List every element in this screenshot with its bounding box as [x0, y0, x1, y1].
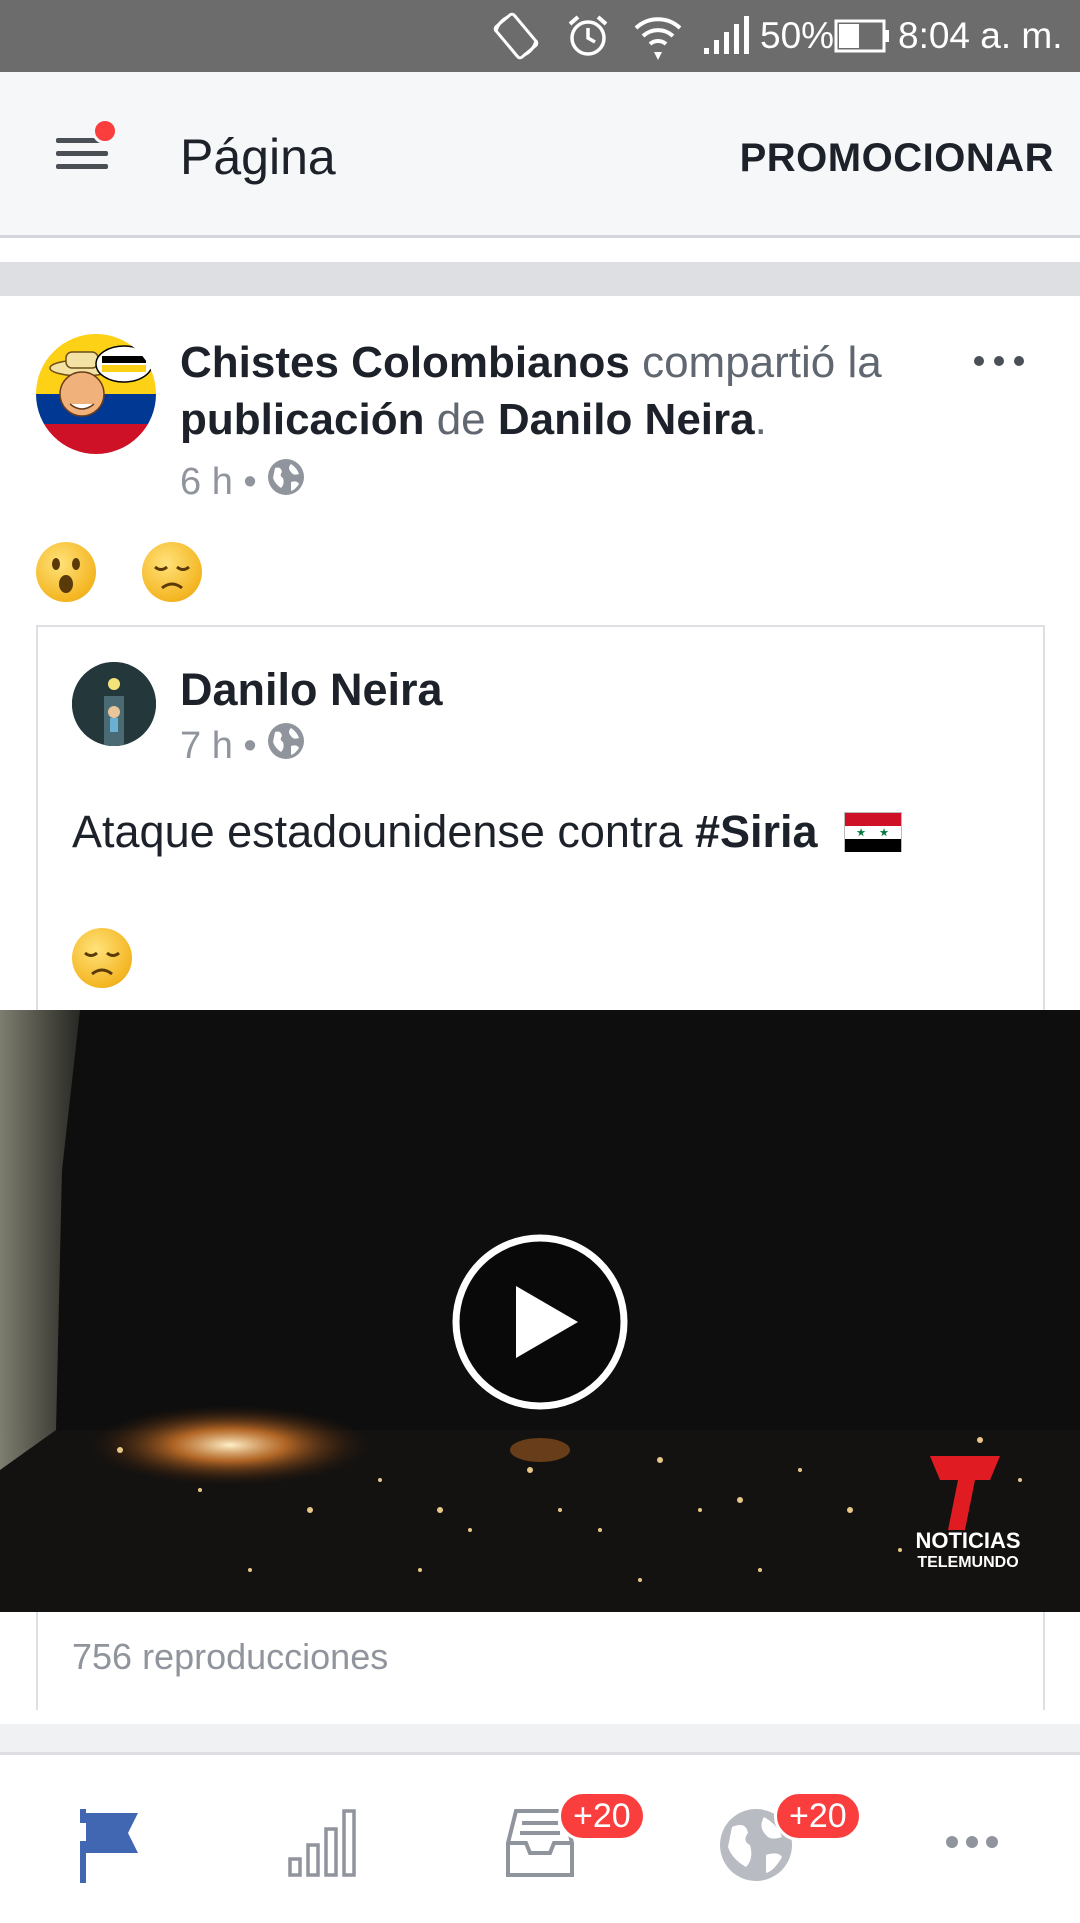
more-options-icon-dot: [1014, 356, 1024, 366]
nav-tab-notifications[interactable]: +20: [648, 1755, 864, 1923]
bottom-navigation: +20 +20: [0, 1752, 1080, 1920]
page-title: Página: [180, 129, 336, 185]
sad-emoji-icon: [72, 928, 132, 988]
meta-separator: •: [232, 724, 268, 767]
nav-tab-page[interactable]: [0, 1755, 216, 1923]
feed-gap: [0, 1724, 1080, 1752]
play-button[interactable]: [450, 1232, 630, 1412]
meta-separator: •: [232, 460, 268, 503]
nav-tab-inbox[interactable]: +20: [432, 1755, 648, 1923]
syria-flag-icon: [843, 812, 902, 852]
shared-post-meta: 7 h •: [180, 722, 305, 770]
play-icon: [452, 1234, 628, 1410]
wifi-icon: [632, 0, 684, 72]
menu-button[interactable]: [52, 118, 118, 180]
notifications-badge: +20: [774, 1791, 862, 1841]
sad-emoji-icon: [142, 542, 202, 602]
menu-icon-bar: [56, 151, 108, 156]
post-time[interactable]: 6 h: [180, 461, 233, 504]
author-link[interactable]: Danilo Neira: [498, 395, 755, 444]
author-avatar[interactable]: [72, 662, 156, 746]
action-text: compartió la: [629, 338, 882, 387]
bar-chart-icon: [288, 1809, 356, 1877]
post-meta: 6 h •: [180, 458, 305, 506]
nav-tab-stats[interactable]: [216, 1755, 432, 1923]
notification-dot: [92, 118, 118, 144]
battery-percent: 50%: [760, 15, 835, 56]
globe-privacy-icon: [267, 458, 305, 506]
feed-separator: [0, 262, 1080, 296]
shared-author-name[interactable]: Danilo Neira: [180, 664, 443, 716]
more-options-icon: [974, 356, 984, 366]
alarm-icon: [564, 0, 612, 72]
post-header-text: Chistes Colombianos compartió la publica…: [180, 334, 940, 448]
wow-emoji-icon: [36, 542, 96, 602]
shared-post-text: Ataque estadounidense contra #Siria: [72, 806, 902, 858]
promote-button[interactable]: PROMOCIONAR: [740, 136, 1054, 181]
status-bar: 50% 8:04 a. m.: [0, 0, 1080, 72]
more-icon: [946, 1836, 998, 1848]
flag-icon: [80, 1809, 138, 1883]
views-count: 756 reproducciones: [72, 1636, 389, 1677]
publication-link[interactable]: publicación: [180, 395, 424, 444]
hashtag-link[interactable]: #Siria: [695, 806, 818, 858]
connector-text: de: [424, 395, 498, 444]
shared-post-time[interactable]: 7 h: [180, 725, 233, 768]
page-name-link[interactable]: Chistes Colombianos: [180, 338, 630, 387]
period: .: [754, 395, 767, 444]
video-watermark: NOTICIAS TELEMUNDO: [908, 1530, 1028, 1574]
app-header: Página PROMOCIONAR: [0, 72, 1080, 238]
inbox-badge: +20: [558, 1791, 646, 1841]
globe-privacy-icon: [267, 722, 305, 770]
watermark-line1: NOTICIAS: [915, 1528, 1021, 1553]
nav-tab-more[interactable]: [864, 1755, 1080, 1923]
post-options-button[interactable]: [970, 340, 1030, 380]
page-avatar[interactable]: [36, 334, 156, 454]
signal-icon: [702, 0, 752, 72]
battery-icon: [834, 0, 890, 72]
more-options-icon-dot: [994, 356, 1004, 366]
watermark-line2: TELEMUNDO: [917, 1554, 1019, 1571]
menu-icon-bar: [56, 164, 108, 169]
post-body-text: Ataque estadounidense contra: [72, 806, 695, 857]
clock-time: 8:04 a. m.: [898, 15, 1063, 56]
auto-rotate-icon: [490, 0, 542, 72]
video-player[interactable]: NOTICIAS TELEMUNDO: [0, 1010, 1080, 1612]
